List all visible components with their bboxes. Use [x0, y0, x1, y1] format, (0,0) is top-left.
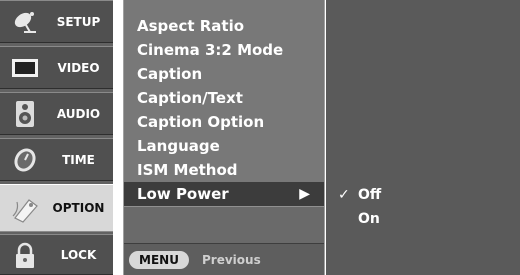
sidebar-item-setup[interactable]: SETUP [0, 0, 113, 43]
previous-hint: Previous [202, 253, 261, 267]
checkmark-icon: ✓ [338, 187, 350, 203]
option-tag-icon [8, 193, 42, 223]
menu-button[interactable]: MENU [129, 251, 189, 269]
sidebar-item-label: SETUP [56, 14, 101, 29]
padlock-icon [8, 241, 42, 271]
sidebar-item-label: AUDIO [56, 106, 101, 121]
sidebar-item-label: LOCK [60, 247, 97, 262]
sidebar-item-lock[interactable]: LOCK [0, 234, 113, 275]
submenu-option-on[interactable]: On [326, 207, 520, 231]
menu-empty-area [124, 206, 324, 247]
clock-icon [8, 145, 42, 175]
menu-item-ism-method[interactable]: ISM Method [124, 158, 324, 182]
menu-item-language[interactable]: Language [124, 134, 324, 158]
low-power-submenu: ✓ Off On [326, 0, 520, 275]
sidebar-item-label: TIME [62, 152, 95, 167]
menu-item-caption-option[interactable]: Caption Option [124, 110, 324, 134]
menu-item-aspect-ratio[interactable]: Aspect Ratio [124, 14, 324, 38]
menu-item-label: Low Power [137, 185, 229, 203]
sidebar-item-time[interactable]: TIME [0, 138, 113, 181]
submenu-option-off[interactable]: ✓ Off [326, 183, 520, 207]
menu-item-cinema-mode[interactable]: Cinema 3:2 Mode [124, 38, 324, 62]
sidebar-item-video[interactable]: VIDEO [0, 46, 113, 89]
sidebar-item-option[interactable]: OPTION [0, 184, 113, 232]
menu-footer: MENU Previous [124, 243, 324, 275]
sidebar: SETUP VIDEO AUDIO TIME OPTION LOCK [0, 0, 113, 275]
arrow-right-icon: ▶ [299, 186, 310, 202]
sidebar-item-audio[interactable]: AUDIO [0, 92, 113, 135]
menu-item-low-power[interactable]: Low Power ▶ [124, 182, 324, 206]
submenu-option-label: On [358, 211, 380, 227]
monitor-icon [8, 53, 42, 83]
menu-item-caption-text[interactable]: Caption/Text [124, 86, 324, 110]
satellite-dish-icon [8, 7, 42, 37]
option-menu-panel: Aspect Ratio Cinema 3:2 Mode Caption Cap… [123, 0, 325, 275]
sidebar-item-label: OPTION [52, 201, 105, 215]
speaker-icon [8, 99, 42, 129]
sidebar-item-label: VIDEO [57, 60, 100, 75]
menu-item-caption[interactable]: Caption [124, 62, 324, 86]
submenu-option-label: Off [358, 187, 382, 203]
